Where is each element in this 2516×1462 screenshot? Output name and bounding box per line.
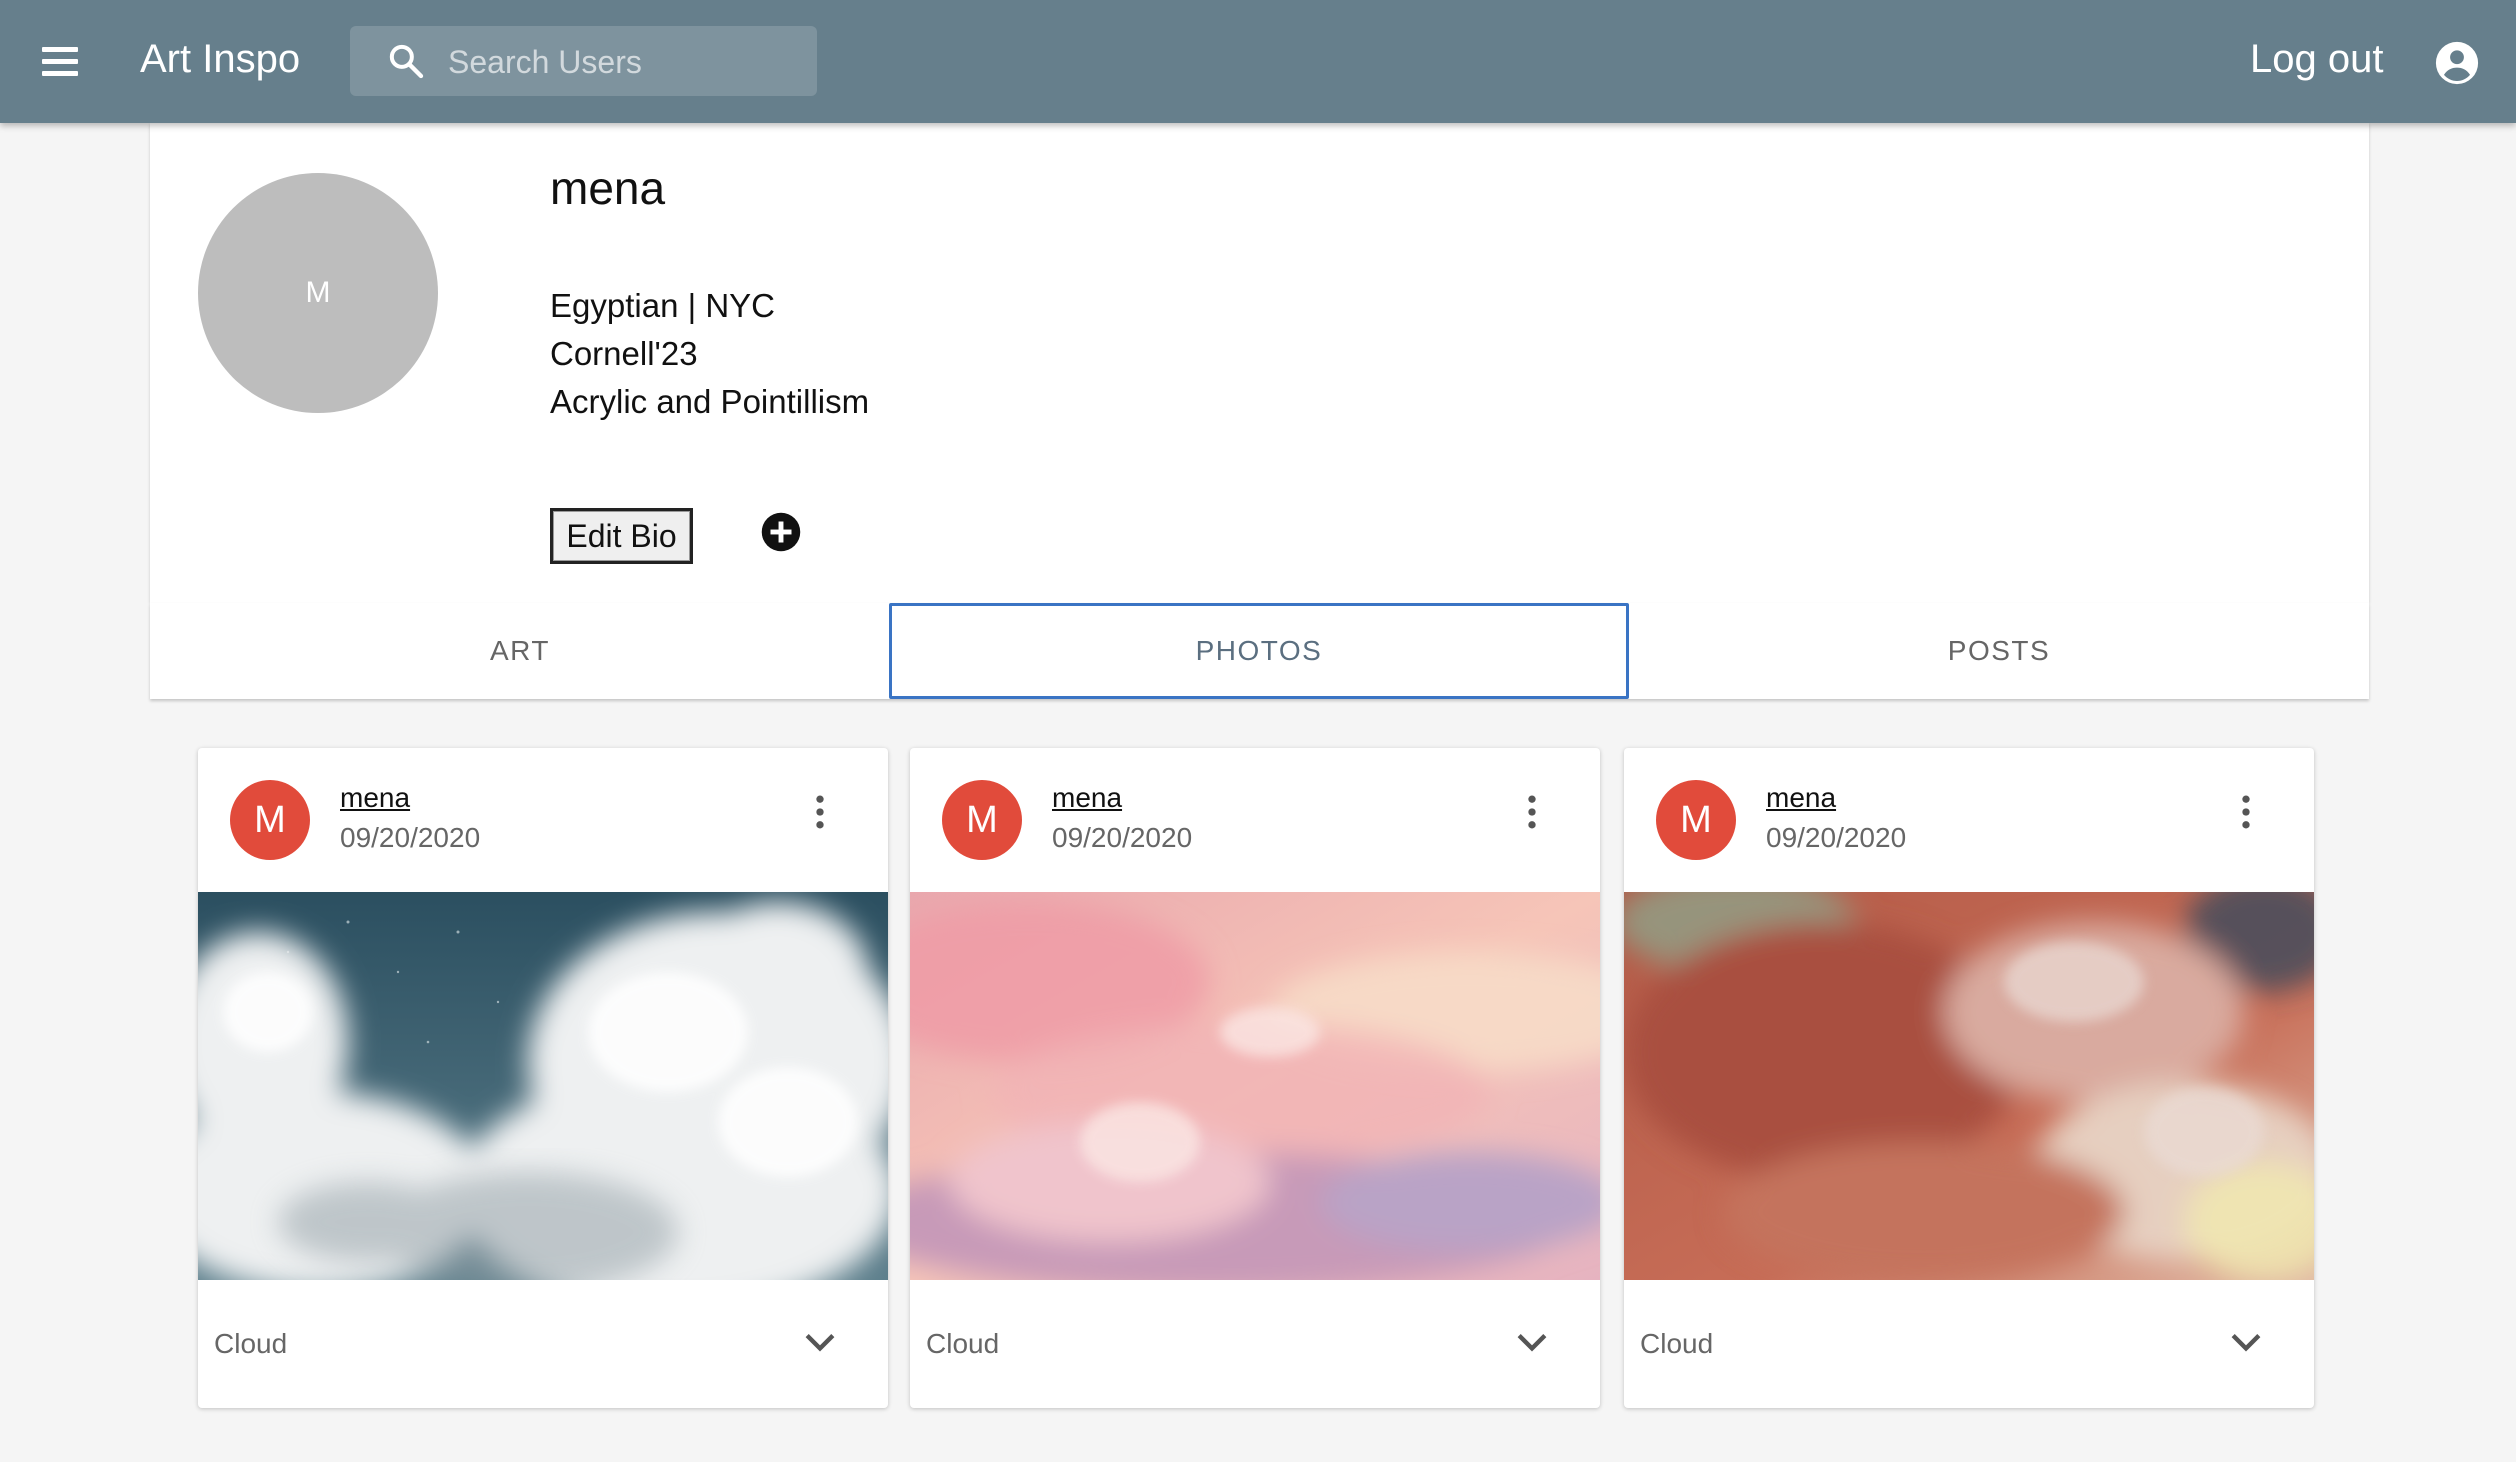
- user-avatar: M: [942, 780, 1022, 860]
- account-circle-icon[interactable]: [2434, 40, 2480, 86]
- cloud-photo[interactable]: [198, 892, 888, 1280]
- profile-card: M mena Egyptian | NYC Cornell'23 Acrylic…: [150, 123, 2369, 603]
- edit-bio-button[interactable]: Edit Bio: [550, 508, 693, 564]
- user-avatar: M: [1656, 780, 1736, 860]
- cloud-photo[interactable]: [910, 892, 1600, 1280]
- card-date: 09/20/2020: [340, 822, 481, 853]
- app-bar: Art Inspo Log out: [0, 0, 2516, 123]
- expand-more-icon[interactable]: [2224, 1320, 2268, 1364]
- cloud-photo[interactable]: [1624, 892, 2314, 1280]
- profile-name: mena: [550, 162, 666, 214]
- bio-line: Acrylic and Pointillism: [550, 383, 870, 420]
- tab-art[interactable]: ART: [150, 603, 890, 699]
- card-date: 09/20/2020: [1766, 822, 1907, 853]
- card-username-link[interactable]: mena: [1052, 782, 1122, 814]
- more-vert-icon[interactable]: [2224, 790, 2268, 834]
- logout-button[interactable]: Log out: [2250, 30, 2383, 88]
- tab-photos[interactable]: PHOTOS: [889, 603, 1629, 699]
- card-username-link[interactable]: mena: [1766, 782, 1836, 814]
- photo-card: M mena 09/20/2020 Cloud: [198, 748, 888, 1408]
- card-caption: Cloud: [1640, 1328, 1714, 1359]
- tab-posts[interactable]: POSTS: [1629, 603, 2369, 699]
- card-date: 09/20/2020: [1052, 822, 1193, 853]
- bio-line: Cornell'23: [550, 335, 698, 372]
- expand-more-icon[interactable]: [1510, 1320, 1554, 1364]
- card-username-link[interactable]: mena: [340, 782, 410, 814]
- user-avatar: M: [230, 780, 310, 860]
- profile-tabs: ART PHOTOS POSTS: [150, 603, 2369, 699]
- photo-card: M mena 09/20/2020 Cloud: [910, 748, 1600, 1408]
- photo-card: M mena 09/20/2020 Cloud: [1624, 748, 2314, 1408]
- more-vert-icon[interactable]: [1510, 790, 1554, 834]
- add-circle-icon[interactable]: [760, 511, 802, 553]
- search-box[interactable]: [350, 26, 817, 98]
- search-input[interactable]: [446, 26, 800, 98]
- card-caption: Cloud: [926, 1328, 1000, 1359]
- search-icon: [389, 44, 424, 79]
- card-caption: Cloud: [214, 1328, 288, 1359]
- bio-line: Egyptian | NYC: [550, 287, 776, 324]
- expand-more-icon[interactable]: [798, 1320, 842, 1364]
- profile-avatar: M: [198, 173, 438, 413]
- more-vert-icon[interactable]: [798, 790, 842, 834]
- app-title: Art Inspo: [140, 37, 301, 81]
- menu-icon[interactable]: [36, 38, 84, 86]
